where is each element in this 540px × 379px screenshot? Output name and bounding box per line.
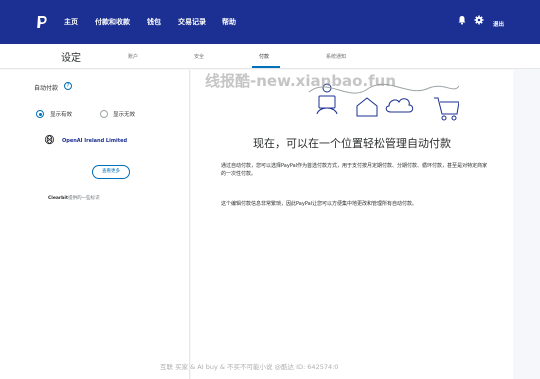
clearbit-attribution: Clearbit提供的一些标识 (48, 195, 100, 201)
bottom-watermark: 互联 买家 & AI buy & 不买不可能小说 @酷达 ID: 642574:… (160, 363, 339, 371)
tab-notifications[interactable]: 系统通知 (326, 53, 346, 60)
merchant-openai-link[interactable]: OpenAI Ireland Limited (62, 138, 127, 144)
radio-show-active[interactable] (36, 110, 44, 118)
radio-show-inactive-label: 显示无效 (113, 112, 136, 118)
nav-home[interactable]: 主页 (64, 17, 78, 27)
clearbit-link[interactable]: Clearbit (48, 196, 68, 201)
info-icon[interactable]: ? (64, 82, 72, 90)
automatic-payments-main: 现在，可以在一个位置轻松管理自动付款 通过自动付款，您可以选择PayPal作为首… (191, 70, 513, 379)
site-watermark: 线报酷-new.xianbao.fun (205, 72, 397, 90)
nav-wallet[interactable]: 钱包 (147, 17, 161, 27)
tab-account[interactable]: 账户 (128, 53, 138, 60)
logout-link[interactable]: 退出 (493, 20, 504, 28)
clearbit-attribution-text: 提供的一些标识 (68, 196, 100, 201)
settings-subnav: 设定 账户 安全 付款 系统通知 (0, 44, 540, 69)
nav-send-receive[interactable]: 付款和收款 (95, 17, 130, 27)
right-margin (513, 70, 540, 379)
gear-icon[interactable] (474, 15, 484, 25)
radio-show-active-label: 显示有效 (50, 112, 73, 118)
nav-activity[interactable]: 交易记录 (178, 17, 206, 27)
sidebar-heading: 自动付款 (34, 85, 59, 92)
nav-help[interactable]: 帮助 (222, 17, 236, 27)
info-paragraph: 这个编辑付款信息非常繁琐，因此PayPal让您可以方便集中地更改和管理所有自动付… (221, 201, 418, 207)
automatic-payments-sidebar: 自动付款 ? 显示有效 显示无效 OpenAI Ireland Limited … (0, 70, 190, 379)
main-title: 现在，可以在一个位置轻松管理自动付款 (253, 137, 451, 150)
top-navigation: 主页 付款和收款 钱包 交易记录 帮助 退出 (0, 0, 540, 44)
bell-icon[interactable] (457, 15, 467, 25)
tab-payments[interactable]: 付款 (259, 53, 269, 60)
radio-show-inactive[interactable] (100, 110, 108, 118)
tab-security[interactable]: 安全 (194, 53, 204, 60)
page-title: 设定 (61, 53, 81, 64)
openai-logo-icon (44, 134, 55, 145)
view-more-button[interactable]: 查看更多 (92, 165, 130, 179)
intro-paragraph: 通过自动付款，您可以选择PayPal作为首选付款方式，用于支付按月定期付款、分期… (221, 163, 488, 177)
active-tab-indicator (252, 66, 280, 68)
paypal-logo[interactable] (36, 15, 48, 29)
